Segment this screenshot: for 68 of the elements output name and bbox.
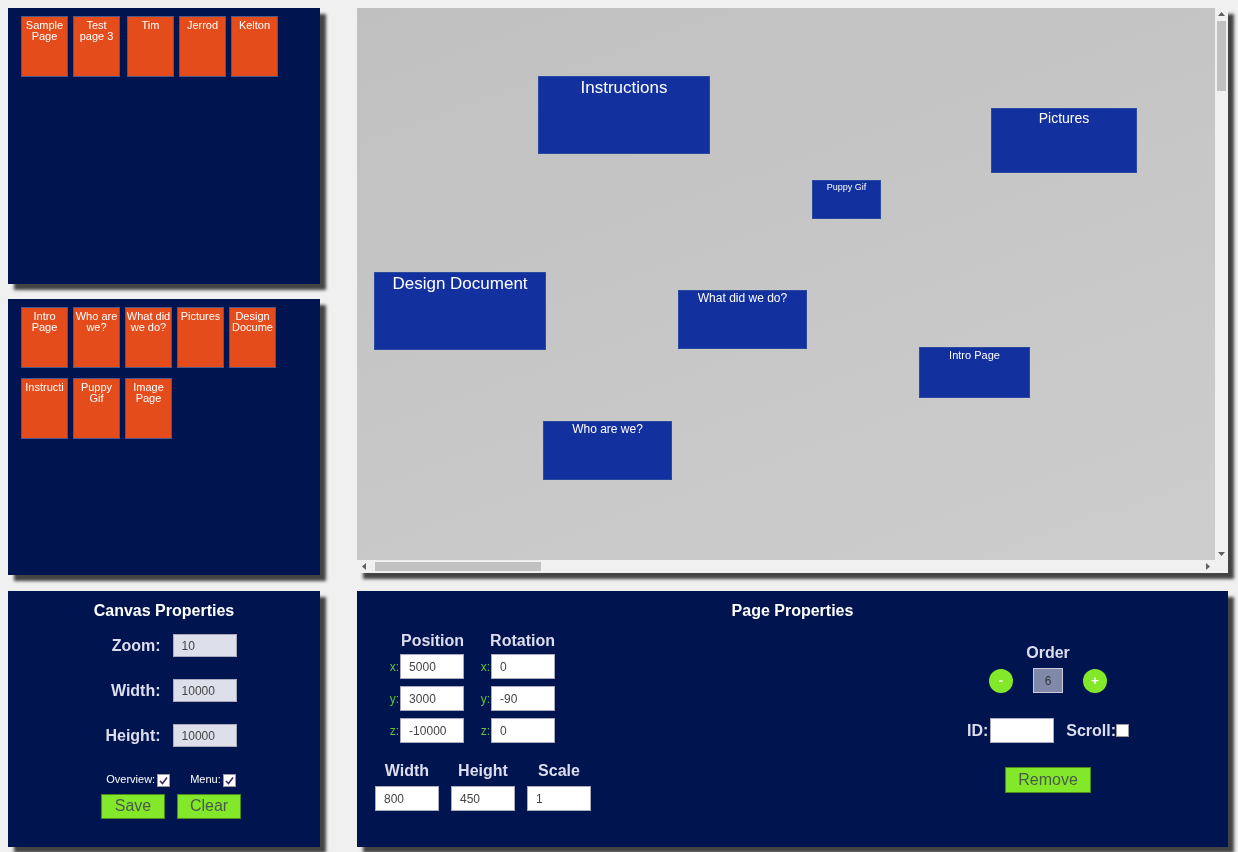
page-node[interactable]: Puppy Gif	[812, 180, 881, 219]
action-button[interactable]: Clear	[177, 793, 241, 819]
section-heading: Rotation	[489, 632, 555, 650]
input-field[interactable]: 10000	[172, 724, 237, 747]
page-thumbnail[interactable]: Intro Page	[21, 307, 68, 368]
section-heading: Position	[400, 632, 465, 650]
page-thumbnail[interactable]: Instructi	[21, 378, 68, 439]
page-thumbnail[interactable]: Design Docume	[229, 307, 276, 368]
page-thumbnail[interactable]: Puppy Gif	[73, 378, 120, 439]
scrollbar-thumb[interactable]	[375, 562, 541, 571]
page-thumbnail[interactable]: Kelton	[231, 16, 278, 77]
axis-label: x:	[389, 659, 400, 674]
axis-label: y:	[389, 691, 400, 706]
field-label: Height:	[105, 726, 161, 745]
input-field[interactable]: 3000	[400, 686, 465, 711]
page-thumbnail[interactable]: Sample Page	[21, 16, 68, 77]
page-thumbnail[interactable]: Tim	[127, 16, 174, 77]
remove-button[interactable]: Remove	[1005, 767, 1091, 793]
panel-title: Page Properties	[730, 602, 855, 620]
input-field[interactable]: -90	[491, 686, 555, 711]
page-thumbnail[interactable]: Jerrod	[179, 16, 226, 77]
input-field[interactable]: 5000	[400, 654, 465, 679]
page-node[interactable]: Intro Page	[919, 347, 1030, 398]
axis-label: z:	[389, 723, 400, 738]
section-heading: Order	[1026, 644, 1070, 662]
section-heading: Width	[384, 762, 430, 780]
canvas-area[interactable]: Instructions Pictures Puppy Gif Design Document What did we do? Intro Page Who are we?	[357, 8, 1215, 560]
page-node[interactable]: What did we do?	[678, 290, 807, 349]
page-thumbnail[interactable]: Test page 3	[73, 16, 120, 77]
page-thumbnail[interactable]: What did we do?	[125, 307, 172, 368]
page-node[interactable]: Instructions	[538, 76, 710, 154]
scroll-left-icon[interactable]	[362, 563, 366, 570]
input-field[interactable]	[990, 718, 1055, 743]
scroll-up-icon[interactable]	[1218, 12, 1225, 16]
scroll-down-icon[interactable]	[1218, 552, 1225, 556]
field-label: Zoom:	[110, 636, 161, 655]
input-field[interactable]: 1	[527, 786, 591, 811]
axis-label: y:	[480, 691, 490, 706]
field-label: Width:	[109, 681, 161, 700]
input-field[interactable]: 10	[172, 634, 237, 657]
section-heading: Scale	[538, 762, 580, 780]
checkbox-label: Menu:	[190, 773, 221, 785]
page-thumbnail[interactable]: Pictures	[177, 307, 224, 368]
page-node[interactable]: Pictures	[991, 108, 1137, 173]
checkbox[interactable]	[222, 773, 236, 787]
checkbox[interactable]	[157, 773, 171, 787]
input-field[interactable]: 450	[451, 786, 515, 811]
input-field[interactable]: 800	[375, 786, 439, 811]
axis-label: z:	[480, 723, 490, 738]
section-heading: Height	[458, 762, 508, 780]
input-field[interactable]: 0	[491, 654, 555, 679]
checkbox-label: Scroll:	[1066, 721, 1117, 740]
checkbox[interactable]	[1116, 724, 1130, 737]
action-button[interactable]: Save	[101, 793, 165, 819]
axis-label: x:	[480, 659, 490, 674]
input-field[interactable]: 0	[491, 718, 555, 743]
panel-title: Canvas Properties	[93, 602, 235, 620]
page-node[interactable]: Who are we?	[543, 421, 672, 480]
input-field[interactable]: 10000	[172, 679, 237, 702]
page-thumbnail[interactable]: Image Page	[125, 378, 172, 439]
checkbox-label: Overview:	[106, 773, 156, 785]
input-field[interactable]: -10000	[400, 718, 465, 743]
scroll-right-icon[interactable]	[1206, 563, 1210, 570]
field-label: ID:	[966, 721, 989, 740]
page-node[interactable]: Design Document	[374, 272, 546, 350]
scrollbar-thumb[interactable]	[1217, 21, 1226, 91]
page-thumbnail[interactable]: Who are we?	[73, 307, 120, 368]
order-field[interactable]: 6	[1033, 668, 1063, 693]
